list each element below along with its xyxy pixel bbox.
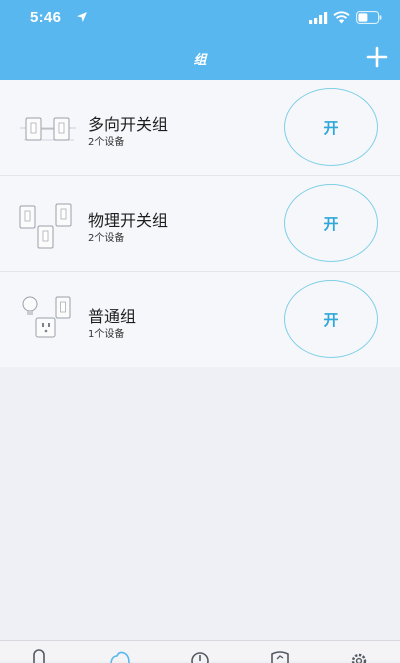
- device-count: 2个设备: [88, 233, 125, 244]
- group-name: 普通组: [88, 307, 137, 326]
- list-item[interactable]: 普通组 1个设备 开: [0, 272, 400, 367]
- gear-icon[interactable]: [348, 649, 370, 663]
- general-group-icon: [22, 296, 71, 338]
- clock-icon[interactable]: [189, 649, 211, 663]
- wifi-icon: [333, 11, 350, 24]
- header-bar: 5:46 组: [0, 0, 400, 80]
- group-on-button[interactable]: 开: [284, 280, 378, 358]
- add-group-button[interactable]: [364, 44, 390, 70]
- group-list: 多向开关组 2个设备 开 物理开关组 2个设备 开 普通组 1个设备 开: [0, 80, 400, 367]
- home-icon[interactable]: [28, 649, 50, 663]
- plus-icon: [366, 46, 388, 68]
- shield-icon[interactable]: [269, 649, 291, 663]
- multi-switch-icon: [20, 117, 76, 141]
- bottom-tab-bar: [0, 640, 400, 663]
- group-name: 多向开关组: [88, 115, 169, 134]
- cloud-icon[interactable]: [109, 649, 131, 663]
- list-item[interactable]: 多向开关组 2个设备 开: [0, 80, 400, 176]
- status-time: 5:46: [30, 9, 62, 26]
- list-item[interactable]: 物理开关组 2个设备 开: [0, 176, 400, 272]
- device-count: 1个设备: [88, 329, 125, 340]
- group-name: 物理开关组: [88, 211, 169, 230]
- status-bar: 5:46: [0, 0, 400, 36]
- group-on-button[interactable]: 开: [284, 88, 378, 166]
- device-count: 2个设备: [88, 137, 125, 148]
- page-title: 组: [193, 52, 207, 67]
- signal-icon: [309, 12, 328, 24]
- location-arrow-icon: [77, 12, 87, 22]
- physical-switch-icon: [19, 203, 72, 249]
- battery-icon: [356, 11, 382, 24]
- group-on-button[interactable]: 开: [284, 184, 378, 262]
